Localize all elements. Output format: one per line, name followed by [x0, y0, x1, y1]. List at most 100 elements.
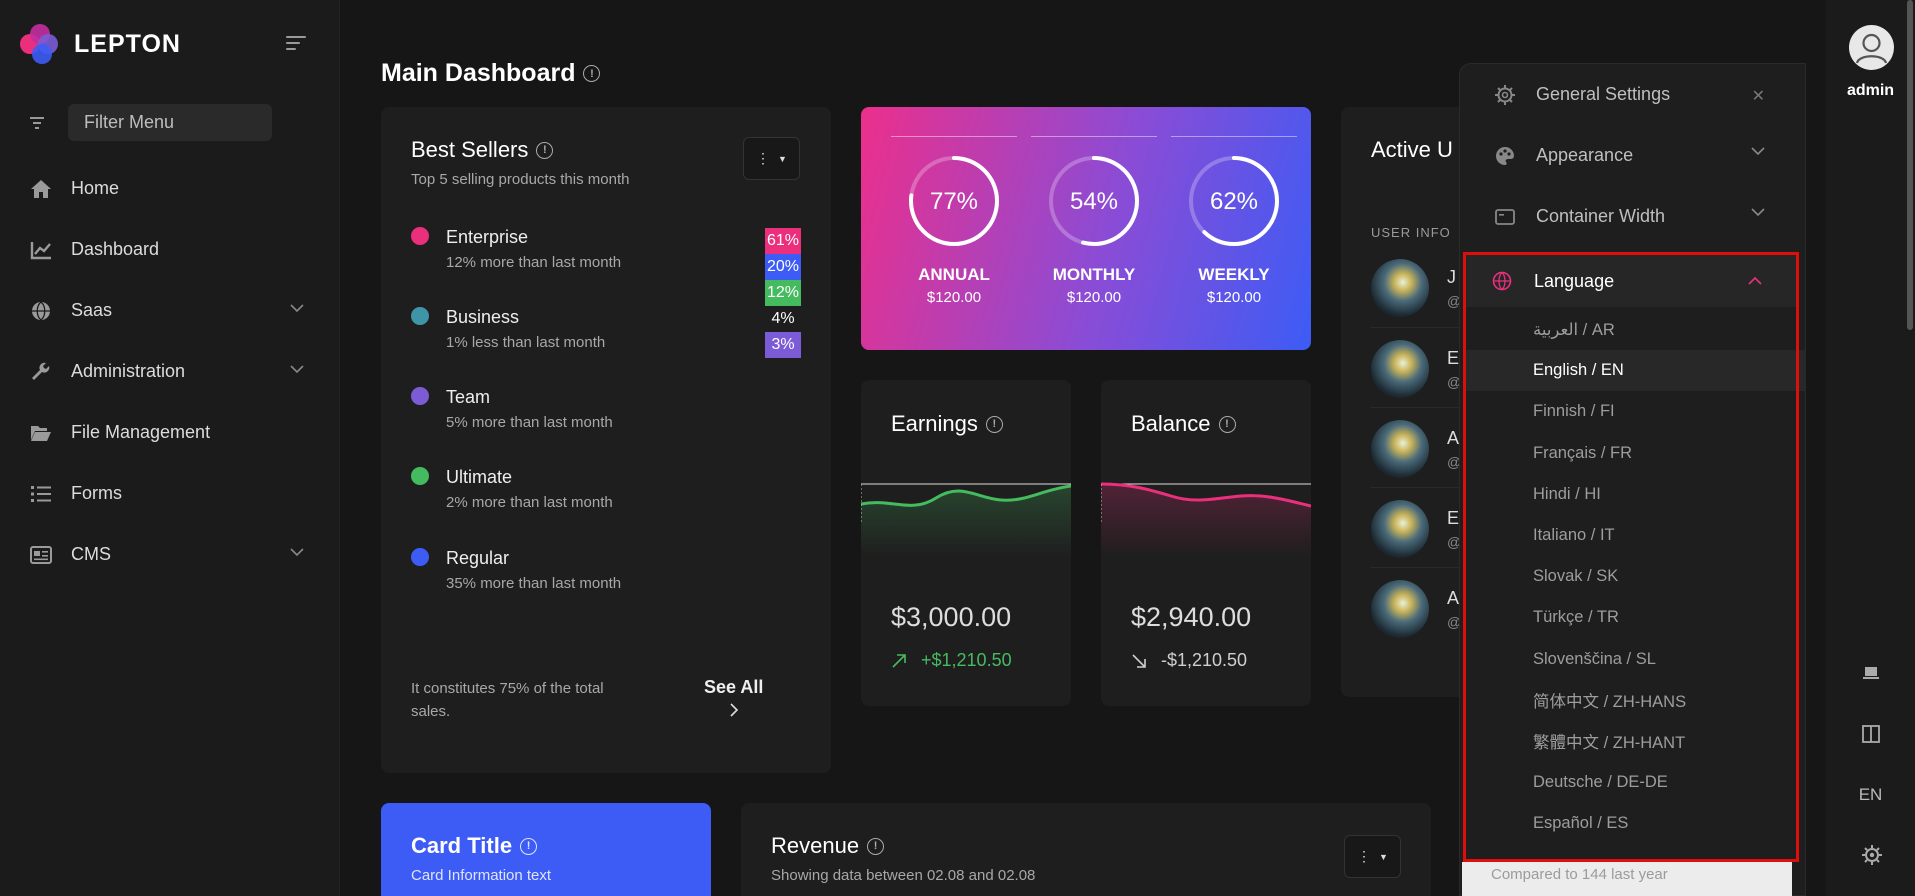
caret-down-icon: ▼: [1379, 851, 1388, 862]
logo-icon: [20, 24, 60, 64]
gear-icon: [1494, 84, 1516, 106]
stat-amount: $120.00: [926, 289, 982, 306]
stat-annual: 77% ANNUAL $120.00: [891, 136, 1017, 306]
caret-down-icon: ▼: [778, 153, 787, 164]
info-icon[interactable]: !: [536, 141, 554, 159]
chart-line-icon: [30, 239, 52, 261]
palette-icon: [1494, 145, 1516, 167]
laptop-icon[interactable]: [1862, 666, 1880, 680]
scrollbar-thumb[interactable]: [1907, 0, 1913, 330]
balance-title: Balance!: [1131, 411, 1236, 437]
info-icon[interactable]: !: [520, 837, 538, 855]
sidebar-item-label: Forms: [71, 483, 122, 503]
home-icon: [30, 178, 52, 200]
product-name: Ultimate: [446, 467, 513, 487]
stat-label: WEEKLY: [1198, 265, 1270, 284]
info-icon[interactable]: !: [583, 65, 601, 82]
options-dropdown-button[interactable]: ⋮ ▼: [743, 137, 800, 180]
sidebar-item-home[interactable]: Home: [0, 158, 340, 219]
product-delta: 1% less than last month: [446, 334, 606, 351]
sidebar: LEPTON Home Dashboard Saas Administratio…: [0, 0, 340, 896]
earnings-change: +$1,210.50: [891, 650, 1012, 671]
sidebar-nav: Home Dashboard Saas Administration File …: [0, 158, 340, 585]
window-icon: [1494, 206, 1516, 228]
brand-logo[interactable]: LEPTON: [20, 24, 181, 64]
product-delta: 12% more than last month: [446, 254, 622, 271]
brand-name: LEPTON: [74, 29, 181, 58]
options-dropdown-button[interactable]: ⋮ ▼: [1344, 835, 1401, 878]
summary-stats-card: 77% ANNUAL $120.00 54% MONTHLY $120.00 6…: [861, 107, 1311, 350]
progress-ring: 62%: [1188, 155, 1280, 247]
sidebar-item-dashboard[interactable]: Dashboard: [0, 219, 340, 280]
user-name[interactable]: admin: [1826, 82, 1915, 100]
user-name: E: [1447, 348, 1460, 368]
sidebar-item-cms[interactable]: CMS: [0, 524, 340, 585]
balance-card: Balance! $2,940.00 -$1,210.50: [1101, 380, 1311, 706]
product-name: Business: [446, 307, 520, 327]
chevron-down-icon: [290, 365, 304, 374]
progress-ring: 54%: [1048, 155, 1140, 247]
stat-percent: 62%: [1209, 188, 1259, 215]
sidebar-item-saas[interactable]: Saas: [0, 280, 340, 341]
percentage-badge: 12%: [765, 280, 801, 306]
close-icon[interactable]: ✕: [1752, 86, 1765, 106]
page-title-text: Main Dashboard: [381, 59, 576, 87]
color-dot: [411, 548, 429, 566]
user-name: J: [1447, 267, 1456, 287]
revenue-subtitle: Showing data between 02.08 and 02.08: [771, 867, 1036, 884]
chevron-down-icon: [1751, 208, 1765, 217]
kebab-icon: ⋮: [1357, 848, 1372, 864]
card-title-text: Revenue: [771, 833, 860, 858]
sidebar-item-label: CMS: [71, 544, 111, 564]
stat-percent: 54%: [1069, 188, 1119, 215]
earnings-title: Earnings!: [891, 411, 1003, 437]
stat-label: ANNUAL: [918, 265, 990, 284]
filter-icon: [30, 116, 44, 129]
settings-appearance[interactable]: Appearance: [1460, 125, 1807, 186]
see-all-link[interactable]: See All: [704, 677, 763, 723]
product-name: Team: [446, 387, 491, 407]
settings-general[interactable]: General Settings ✕: [1460, 64, 1807, 125]
kebab-icon: ⋮: [756, 150, 771, 166]
gear-icon[interactable]: [1862, 845, 1882, 865]
best-sellers-subtitle: Top 5 selling products this month: [411, 171, 630, 188]
user-name: E: [1447, 508, 1460, 528]
filter-menu: [30, 104, 272, 141]
settings-container-width[interactable]: Container Width: [1460, 186, 1807, 247]
sidebar-item-label: Dashboard: [71, 239, 160, 259]
stat-weekly: 62% WEEKLY $120.00: [1171, 136, 1297, 306]
active-users-title: Active U: [1371, 137, 1453, 162]
sidebar-item-forms[interactable]: Forms: [0, 463, 340, 524]
info-icon[interactable]: !: [1218, 415, 1236, 433]
earnings-card: Earnings! $3,000.00 +$1,210.50: [861, 380, 1071, 706]
sidebar-item-administration[interactable]: Administration: [0, 341, 340, 402]
percentage-badge: 61%: [765, 228, 801, 254]
earnings-amount: $3,000.00: [891, 602, 1012, 632]
page-title: Main Dashboard !: [381, 59, 601, 88]
columns-icon[interactable]: [1862, 725, 1880, 743]
product-delta: 35% more than last month: [446, 575, 622, 592]
language-code[interactable]: EN: [1826, 785, 1915, 805]
info-icon[interactable]: !: [867, 837, 885, 855]
user-avatar[interactable]: [1849, 25, 1894, 70]
sidebar-item-file-management[interactable]: File Management: [0, 402, 340, 463]
wrench-icon: [30, 361, 52, 383]
color-dot: [411, 307, 429, 325]
color-dot: [411, 467, 429, 485]
percentage-badge: 4%: [771, 310, 795, 327]
revenue-title: Revenue!: [771, 833, 885, 859]
stat-amount: $120.00: [1066, 289, 1122, 306]
product-name: Enterprise: [446, 227, 529, 247]
menu-toggle-icon[interactable]: [286, 36, 306, 54]
filter-menu-input[interactable]: [68, 104, 272, 141]
revenue-card: Revenue! Showing data between 02.08 and …: [741, 803, 1431, 896]
balance-sparkline: [1101, 482, 1311, 558]
info-icon[interactable]: !: [985, 415, 1003, 433]
user-name: A: [1447, 428, 1460, 448]
user-name: A: [1447, 588, 1460, 608]
stat-monthly: 54% MONTHLY $120.00: [1031, 136, 1157, 306]
color-dot: [411, 387, 429, 405]
percentage-badge: 20%: [765, 254, 801, 280]
card-title-text: Best Sellers: [411, 137, 529, 162]
see-all-label: See All: [704, 677, 764, 697]
